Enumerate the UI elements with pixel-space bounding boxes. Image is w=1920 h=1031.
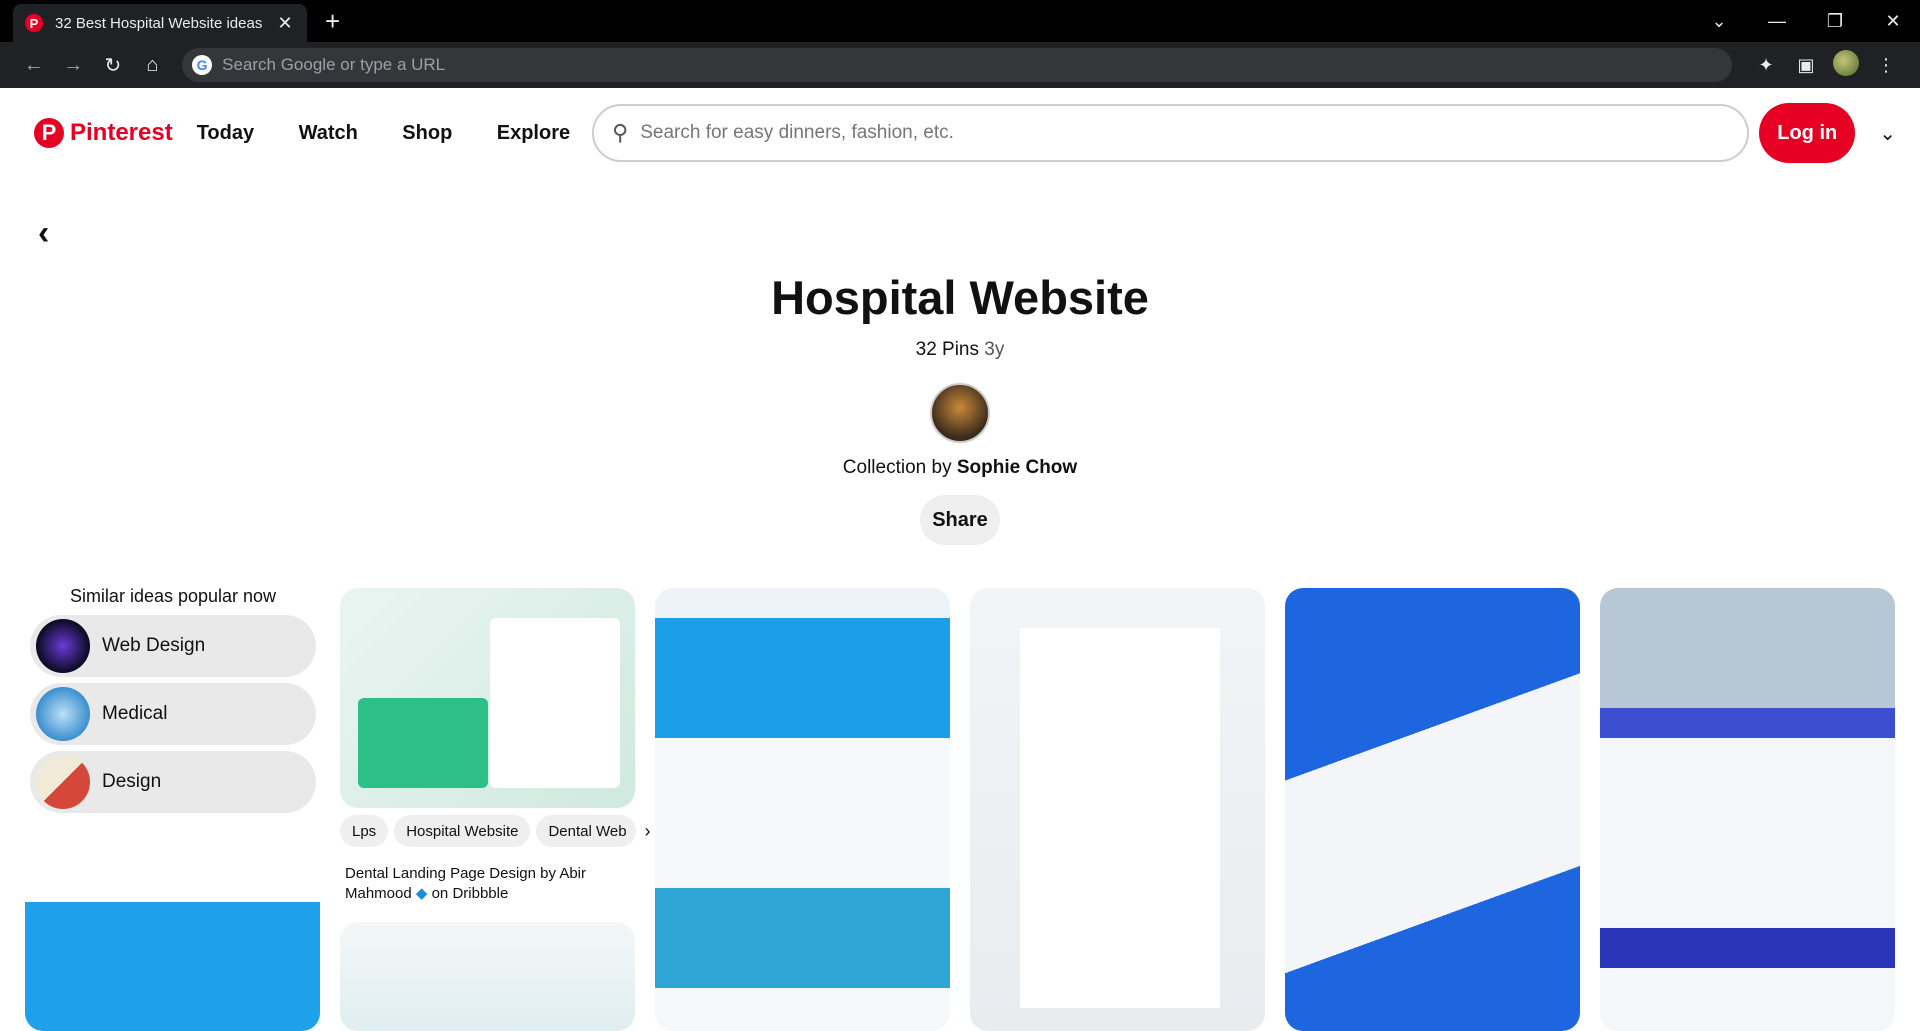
toolbar-actions: ✦ ▣ ⋮	[1746, 49, 1906, 81]
main-nav: Today Watch Shop Explore	[193, 122, 590, 145]
tag-chip[interactable]: Dental Web	[536, 815, 637, 847]
pin-caption[interactable]: Dental Landing Page Design by Abir Mahmo…	[345, 864, 635, 904]
restore-icon[interactable]: ❐	[1806, 11, 1864, 32]
browser-tabbar: P 32 Best Hospital Website ideas ✕ + ⌄ —…	[0, 0, 1920, 42]
share-button[interactable]: Share	[920, 495, 1000, 545]
board-header: Hospital Website 32 Pins 3y Collection b…	[0, 270, 1920, 545]
reload-icon[interactable]: ↻	[93, 53, 133, 78]
chevron-right-icon[interactable]: ›	[644, 821, 650, 842]
home-icon[interactable]: ⌂	[133, 54, 173, 77]
browser-toolbar: ← → ↻ ⌂ G Search Google or type a URL ✦ …	[0, 42, 1920, 88]
owner-name[interactable]: Sophie Chow	[957, 457, 1077, 478]
search-icon: ⚲	[612, 120, 629, 145]
site-header: P Pinterest Today Watch Shop Explore ⚲ S…	[0, 88, 1920, 178]
nav-shop[interactable]: Shop	[402, 122, 452, 144]
similar-item-label: Web Design	[102, 635, 206, 656]
design-thumb	[36, 755, 90, 809]
brand-name: Pinterest	[70, 119, 173, 146]
collection-prefix: Collection by	[842, 457, 952, 478]
address-placeholder: Search Google or type a URL	[222, 55, 446, 74]
owner-avatar[interactable]	[930, 383, 990, 443]
similar-item-web-design[interactable]: Web Design	[30, 615, 316, 677]
similar-item-design[interactable]: Design	[30, 751, 316, 813]
similar-heading: Similar ideas popular now	[69, 586, 277, 606]
minimize-icon[interactable]: —	[1748, 11, 1806, 32]
collection-line: Collection by Sophie Chow	[0, 457, 1920, 479]
pin-dental-landing[interactable]	[340, 588, 635, 808]
pinterest-logo-icon: P	[34, 118, 64, 148]
extensions-icon[interactable]: ✦	[1746, 55, 1786, 76]
pin-laboratory[interactable]	[1285, 588, 1580, 1031]
similar-item-medical[interactable]: Medical	[30, 683, 316, 745]
medical-thumb	[36, 687, 90, 741]
web-design-thumb	[36, 619, 90, 673]
pin-count: 32 Pins	[915, 339, 979, 360]
menu-icon[interactable]: ⋮	[1866, 55, 1906, 76]
pin-alliance-labs[interactable]	[970, 588, 1265, 1031]
forward-nav-icon[interactable]: →	[54, 54, 94, 77]
nav-watch[interactable]: Watch	[299, 122, 358, 144]
tab-title: 32 Best Hospital Website ideas	[55, 14, 263, 32]
chevron-down-icon[interactable]: ⌄	[1879, 121, 1896, 146]
pin-your-health[interactable]	[655, 588, 950, 1031]
search-input[interactable]: ⚲ Search for easy dinners, fashion, etc.	[592, 104, 1750, 162]
close-tab-icon[interactable]: ✕	[275, 13, 295, 34]
nav-today[interactable]: Today	[197, 122, 254, 144]
search-placeholder: Search for easy dinners, fashion, etc.	[640, 122, 954, 143]
pin-mock-page	[1020, 628, 1220, 1008]
nav-explore[interactable]: Explore	[497, 122, 570, 144]
tag-chip[interactable]: Hospital Website	[394, 815, 531, 847]
pinterest-logo[interactable]: P Pinterest	[34, 118, 173, 148]
back-arrow-icon[interactable]: ‹	[38, 214, 49, 253]
pin-mock-card	[490, 618, 620, 788]
address-bar[interactable]: G Search Google or type a URL	[182, 48, 1732, 82]
profile-avatar[interactable]	[1826, 49, 1866, 81]
similar-item-label: Medical	[102, 703, 168, 724]
board-meta: 32 Pins 3y	[0, 339, 1920, 361]
board-title: Hospital Website	[771, 271, 1149, 324]
pin-hospital-site-1[interactable]	[25, 872, 320, 1031]
tab-search-icon[interactable]: ⌄	[1690, 11, 1748, 32]
tag-chip[interactable]: Lps	[340, 815, 389, 847]
window-controls: ⌄ — ❐ ✕	[1690, 0, 1920, 42]
similar-item-label: Design	[102, 771, 162, 792]
verified-gem-icon: ◆	[415, 885, 428, 902]
pin-mock-panel	[358, 698, 488, 788]
pin-caption-suffix: on Dribbble	[431, 885, 509, 902]
board-age: 3y	[984, 339, 1005, 360]
new-tab-button[interactable]: +	[325, 6, 340, 37]
side-panel-icon[interactable]: ▣	[1786, 55, 1826, 76]
pinterest-favicon-icon: P	[25, 14, 43, 32]
browser-tab[interactable]: P 32 Best Hospital Website ideas ✕	[13, 4, 307, 42]
pin-hospital-site-2[interactable]	[1600, 588, 1895, 1031]
pin-clinic-site[interactable]	[340, 922, 635, 1031]
google-icon: G	[192, 55, 213, 75]
close-window-icon[interactable]: ✕	[1864, 11, 1920, 32]
similar-ideas: Similar ideas popular now Web Design Med…	[30, 586, 316, 819]
login-button[interactable]: Log in	[1759, 103, 1856, 163]
pin-tags: Lps Hospital Website Dental Web ›	[340, 815, 650, 847]
back-nav-icon[interactable]: ←	[14, 54, 54, 77]
